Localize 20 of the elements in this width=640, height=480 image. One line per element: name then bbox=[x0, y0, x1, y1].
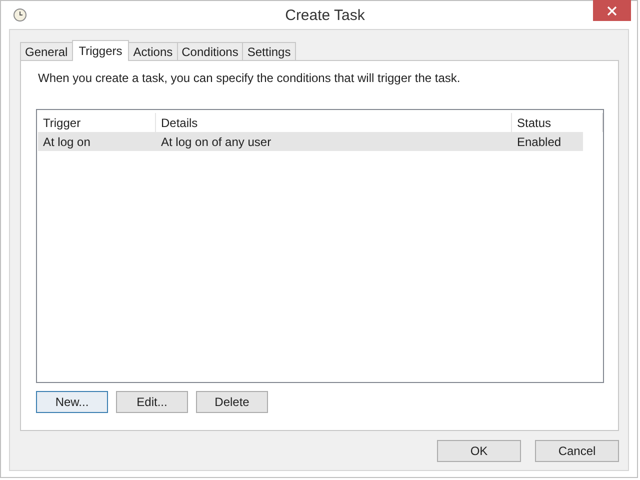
table-cell-text: At log on bbox=[42, 134, 92, 150]
button[interactable]: OK bbox=[437, 440, 521, 462]
column-header[interactable]: Status bbox=[512, 113, 583, 132]
button[interactable]: Delete bbox=[196, 391, 268, 413]
button[interactable]: Cancel bbox=[535, 440, 619, 462]
window-title: Create Task bbox=[285, 6, 366, 24]
description-text: When you create a task, you can specify the conditions that will trigger the task. bbox=[38, 71, 462, 85]
tab[interactable]: Triggers bbox=[72, 40, 130, 61]
close-button[interactable] bbox=[593, 0, 631, 21]
button[interactable]: Edit... bbox=[116, 391, 188, 413]
table-cell-text: Enabled bbox=[516, 134, 562, 150]
tab[interactable]: Settings bbox=[242, 42, 296, 60]
table-row[interactable]: At log on At log on of any user Enabled bbox=[38, 132, 583, 151]
tab[interactable]: General bbox=[20, 42, 73, 60]
table-cell-text: At log on of any user bbox=[160, 134, 272, 150]
close-icon bbox=[607, 6, 617, 16]
clock-icon bbox=[13, 8, 27, 22]
button[interactable]: New... bbox=[36, 391, 108, 413]
tab[interactable]: Conditions bbox=[176, 42, 244, 60]
tab[interactable]: Actions bbox=[128, 42, 178, 60]
